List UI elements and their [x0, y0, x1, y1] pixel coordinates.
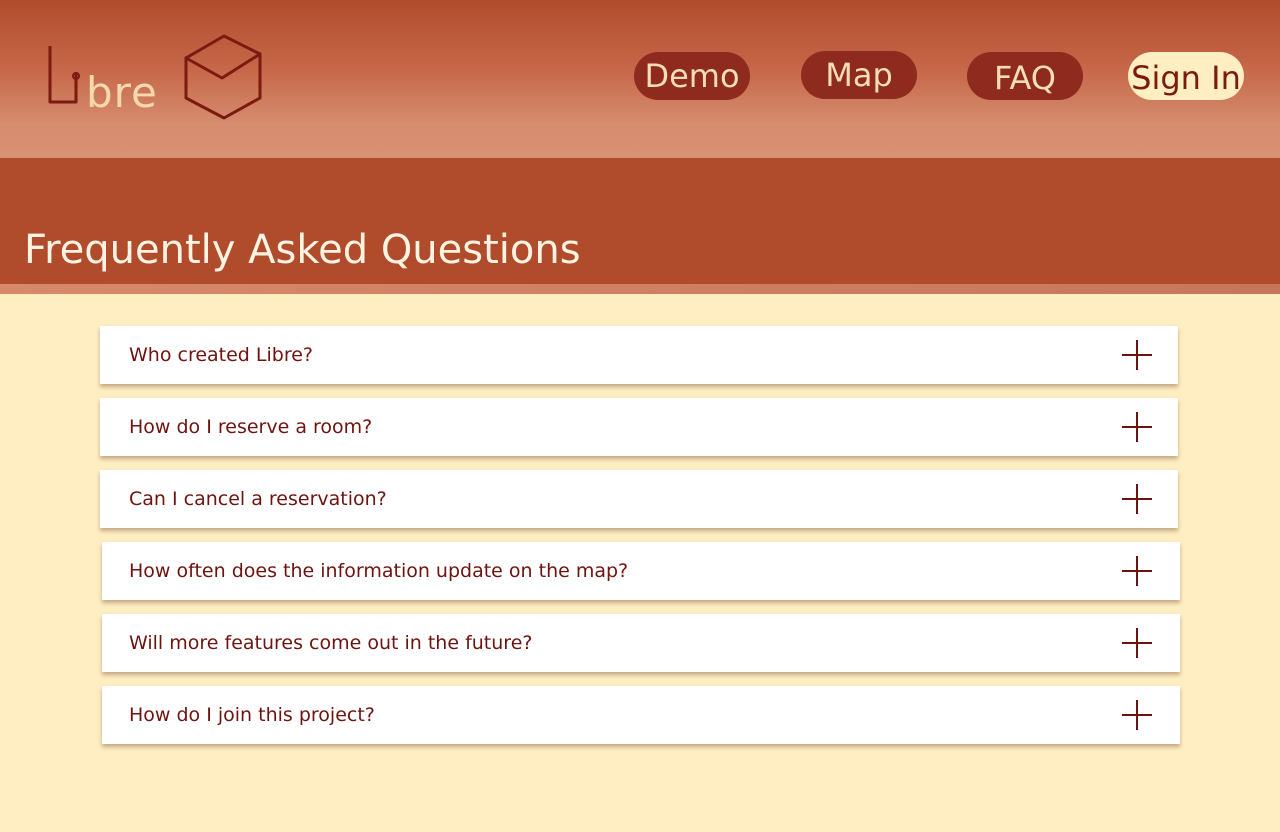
faq-item-join-project[interactable]: How do I join this project? — [102, 686, 1180, 744]
nav-demo-button[interactable]: Demo — [634, 52, 750, 100]
faq-question: Can I cancel a reservation? — [129, 488, 387, 510]
page-title: Frequently Asked Questions — [24, 227, 581, 273]
libre-logo-mark — [48, 34, 262, 120]
faq-item-who-created[interactable]: Who created Libre? — [100, 326, 1178, 384]
logo-wordmark: bre — [86, 68, 158, 117]
faq-question: Will more features come out in the futur… — [129, 632, 533, 654]
faq-item-reserve-room[interactable]: How do I reserve a room? — [100, 398, 1178, 456]
nav-faq-button[interactable]: FAQ — [967, 52, 1083, 100]
plus-icon[interactable] — [1122, 412, 1152, 442]
sign-in-button[interactable]: Sign In — [1128, 52, 1244, 100]
faq-item-cancel-reservation[interactable]: Can I cancel a reservation? — [100, 470, 1178, 528]
faq-question: How do I reserve a room? — [129, 416, 373, 438]
libre-logo[interactable]: bre — [44, 30, 274, 130]
plus-icon[interactable] — [1122, 340, 1152, 370]
faq-question: How do I join this project? — [129, 704, 375, 726]
faq-item-future-features[interactable]: Will more features come out in the futur… — [102, 614, 1180, 672]
plus-icon[interactable] — [1122, 700, 1152, 730]
plus-icon[interactable] — [1122, 628, 1152, 658]
faq-item-map-update[interactable]: How often does the information update on… — [102, 542, 1180, 600]
faq-question: How often does the information update on… — [129, 560, 629, 582]
plus-icon[interactable] — [1122, 556, 1152, 586]
site-header: bre Demo Map FAQ Sign In — [0, 0, 1280, 158]
nav-map-button[interactable]: Map — [801, 51, 917, 99]
plus-icon[interactable] — [1122, 484, 1152, 514]
faq-question: Who created Libre? — [129, 344, 313, 366]
banner-divider — [0, 284, 1280, 294]
